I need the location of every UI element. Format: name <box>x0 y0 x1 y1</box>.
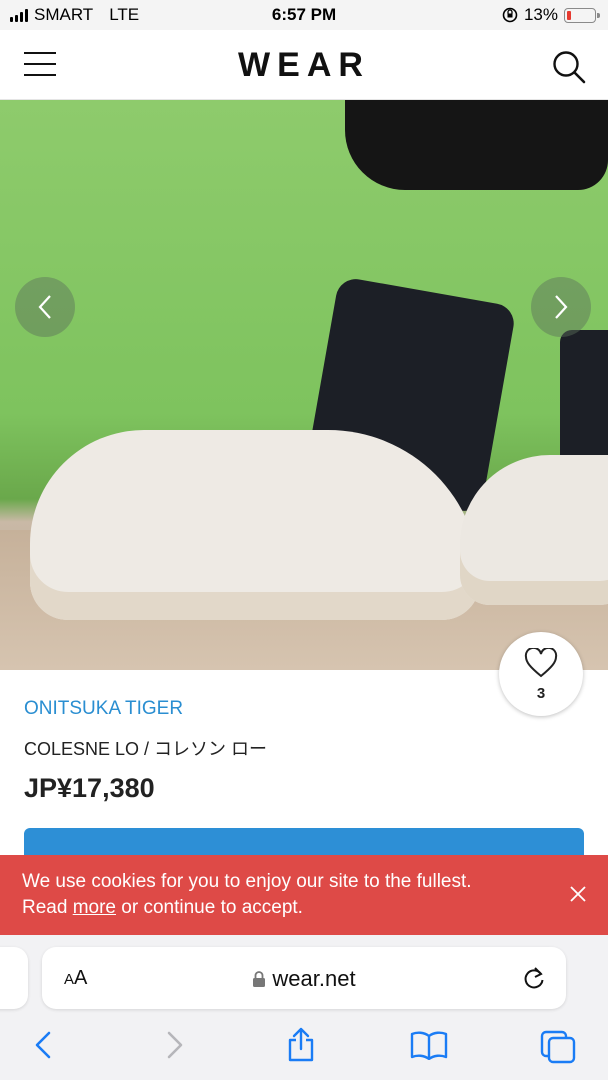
brand-link[interactable]: ONITSUKA TIGER <box>24 698 183 720</box>
bookmarks-icon[interactable] <box>410 1030 448 1060</box>
previous-tab-preview[interactable] <box>0 947 28 1009</box>
orientation-lock-icon <box>502 7 518 23</box>
product-image-carousel[interactable] <box>0 100 608 670</box>
reload-icon[interactable] <box>522 965 546 991</box>
battery-percent: 13% <box>523 5 558 24</box>
battery-info: 13% <box>502 5 600 25</box>
url-display[interactable]: wear.net <box>42 966 566 992</box>
favorite-count: 3 <box>536 685 546 702</box>
product-price: JP¥17,380 <box>24 773 155 803</box>
forward-icon[interactable] <box>164 1030 186 1060</box>
cookie-message-line2: Read more or continue to accept. <box>22 895 608 921</box>
heart-icon <box>524 646 558 678</box>
cookie-prefix: Read <box>22 897 73 918</box>
lock-icon <box>253 971 266 987</box>
close-icon[interactable] <box>568 884 588 904</box>
favorite-button[interactable]: 3 <box>499 632 583 716</box>
status-bar: SMART LTE 6:57 PM 13% <box>0 0 608 30</box>
chevron-left-icon <box>38 295 51 319</box>
product-photo-skirt <box>345 100 608 190</box>
product-name: COLESNE LO / コレソン ロー <box>24 739 268 759</box>
cookie-more-link[interactable]: more <box>73 897 116 918</box>
url-text: wear.net <box>272 966 356 991</box>
tabs-icon[interactable] <box>540 1030 576 1064</box>
search-icon[interactable] <box>552 50 586 84</box>
browser-toolbar: AA wear.net <box>0 935 608 1080</box>
site-logo[interactable]: WEAR <box>0 46 608 85</box>
cookie-suffix: or continue to accept. <box>116 897 303 918</box>
address-bar[interactable]: AA wear.net <box>42 947 566 1009</box>
cookie-banner: We use cookies for you to enjoy our site… <box>0 855 608 935</box>
carousel-next-button[interactable] <box>531 277 591 337</box>
carousel-prev-button[interactable] <box>15 277 75 337</box>
cookie-message-line1: We use cookies for you to enjoy our site… <box>22 871 472 892</box>
share-icon[interactable] <box>286 1027 316 1063</box>
product-photo-shoe <box>30 430 480 620</box>
battery-icon <box>564 7 600 23</box>
back-icon[interactable] <box>32 1030 54 1060</box>
chevron-right-icon <box>555 295 568 319</box>
site-header: WEAR <box>0 30 608 100</box>
